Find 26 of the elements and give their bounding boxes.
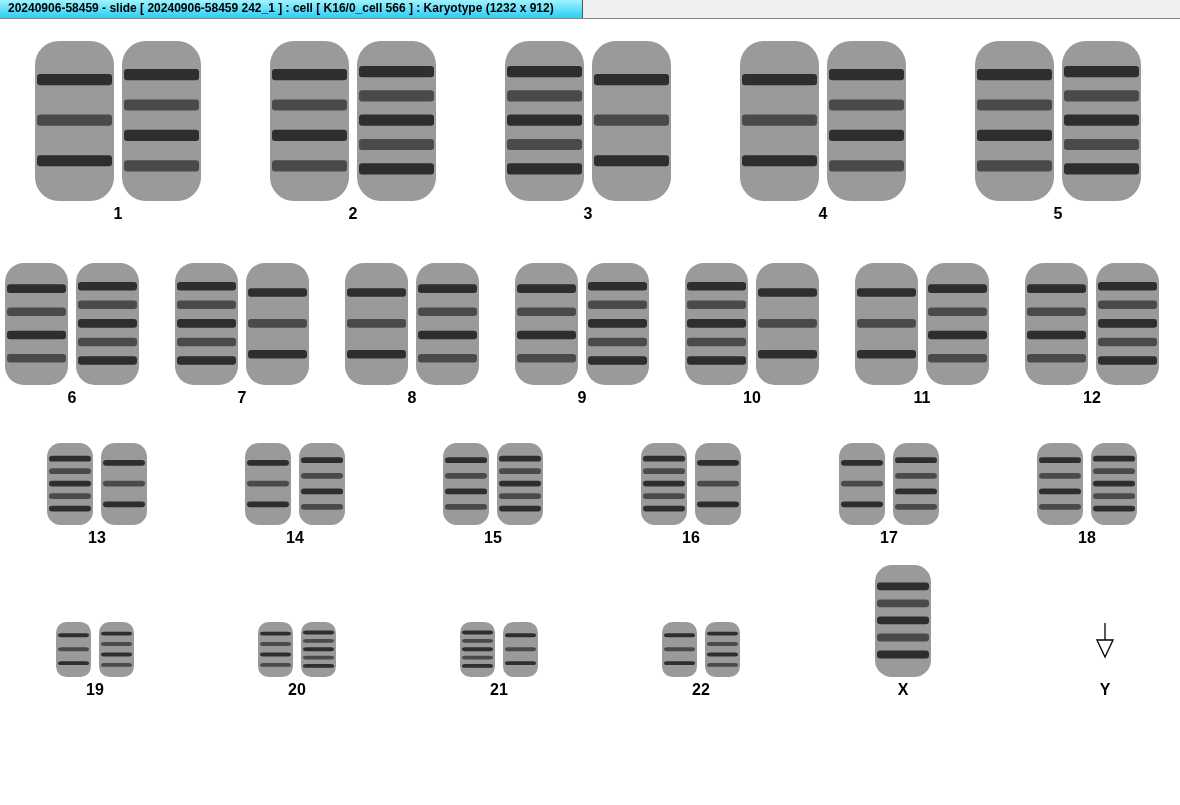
- chromosome-number: 16: [682, 529, 700, 547]
- chromosome-number: 19: [86, 681, 104, 699]
- chromosome-number: 2: [348, 205, 358, 223]
- chromosome-number: 20: [288, 681, 306, 699]
- down-arrow-icon: [1096, 623, 1114, 659]
- chromosome-number: 1: [113, 205, 123, 223]
- chromosome-number: 15: [484, 529, 502, 547]
- chromosome-number: 18: [1078, 529, 1096, 547]
- window-title: 20240906-58459 - slide [ 20240906-58459 242_1 ] : cell [ K16/0_cell 566 ] : Karyotype (1232 x 912): [0, 0, 583, 18]
- chromosome-number: 10: [743, 389, 761, 407]
- chromosome-number: 9: [577, 389, 587, 407]
- chromosome-number: 21: [490, 681, 508, 699]
- chromosome-number: 12: [1083, 389, 1101, 407]
- chromosome-number: 22: [692, 681, 710, 699]
- chromosome-number: 4: [818, 205, 828, 223]
- chromosome-number: Y: [1099, 681, 1111, 699]
- chromosome-number: 3: [583, 205, 593, 223]
- chromosome-number: 11: [913, 389, 931, 407]
- chromosome-number: 5: [1053, 205, 1063, 223]
- chromosome-number: 17: [880, 529, 898, 547]
- chromosome-number: 14: [286, 529, 304, 547]
- chromosome-number: 13: [88, 529, 106, 547]
- chromosome-number: 8: [407, 389, 417, 407]
- chromosome-number: 7: [237, 389, 247, 407]
- chromosome-number: 6: [67, 389, 77, 407]
- chromosome-number: X: [897, 681, 909, 699]
